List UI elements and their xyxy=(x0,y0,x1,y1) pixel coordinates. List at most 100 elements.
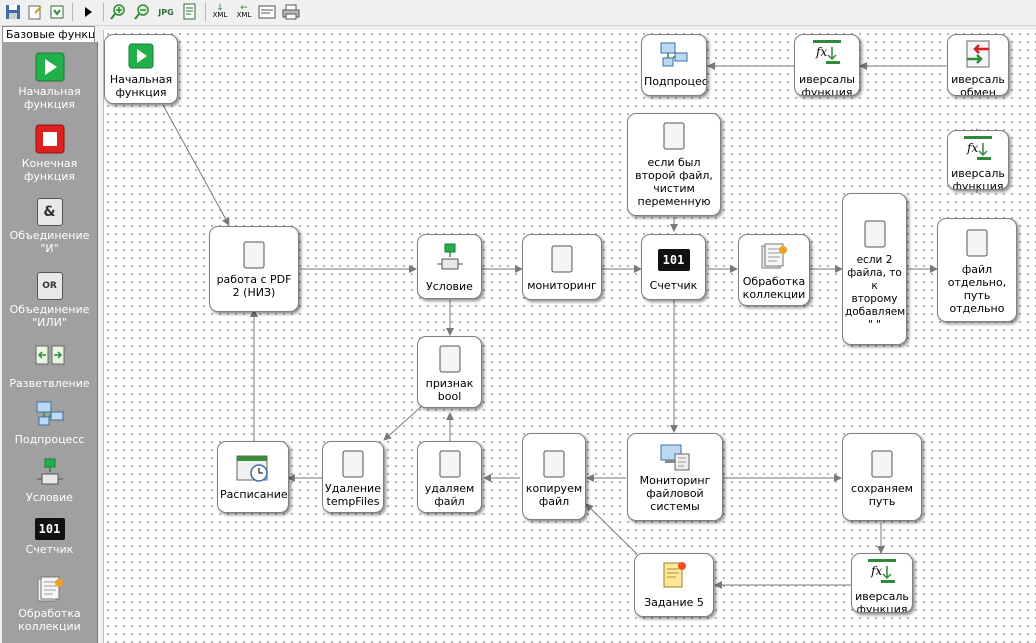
node-label: Задание 5 xyxy=(644,596,704,609)
start-function-icon xyxy=(128,43,154,73)
node-label: Начальная функция xyxy=(109,73,173,99)
function-icon xyxy=(663,122,685,154)
function-icon xyxy=(342,450,364,482)
node-subprocess[interactable]: Подпроцес xyxy=(641,34,707,96)
subprocess-icon xyxy=(35,400,65,430)
zoom-in-icon[interactable] xyxy=(108,2,128,22)
fx-icon: fx xyxy=(867,558,897,590)
palette-item-condition[interactable]: Условие xyxy=(2,458,97,504)
node-universal-function-2[interactable]: fx иверсаль функция xyxy=(947,130,1009,190)
document-icon[interactable] xyxy=(180,2,200,22)
node-delete-file[interactable]: удаляем файл xyxy=(417,441,482,513)
node-label: мониторинг xyxy=(527,279,597,292)
toolbar: JPG ↓ XML ← XML xyxy=(0,0,1036,26)
xml-import-icon[interactable]: ← XML xyxy=(234,2,254,22)
xml-import-label: XML xyxy=(236,11,252,19)
node-universal-function-1[interactable]: fx иверсалы функция xyxy=(794,34,860,96)
node-label: работа с PDF 2 (НИЗ) xyxy=(216,273,292,299)
schedule-icon xyxy=(236,454,270,488)
jpg-icon[interactable]: JPG xyxy=(156,2,176,22)
node-filesystem-monitor[interactable]: Мониторинг файловой системы xyxy=(627,433,723,521)
node-start-function[interactable]: Начальная функция xyxy=(104,34,178,104)
save-icon[interactable] xyxy=(3,2,23,22)
print-icon[interactable] xyxy=(281,2,301,22)
condition-icon xyxy=(435,243,465,277)
or-join-icon: OR xyxy=(36,272,63,300)
palette: Начальная функция Конечная функция & Объ… xyxy=(2,42,98,643)
node-universal-exchange[interactable]: иверсаль обмен xyxy=(947,34,1009,96)
xml-export-icon[interactable]: ↓ XML xyxy=(210,2,230,22)
export-icon[interactable] xyxy=(47,2,67,22)
node-label: если был второй файл, чистим переменную xyxy=(635,156,713,208)
palette-item-start-function[interactable]: Начальная функция xyxy=(2,52,97,111)
node-label: файл отдельно, путь отдельно xyxy=(947,263,1007,315)
counter-glyph: 101 xyxy=(662,253,685,267)
node-universal-function-3[interactable]: fx иверсаль функция xyxy=(851,553,913,613)
node-copy-file[interactable]: копируем файл xyxy=(522,433,586,520)
node-condition[interactable]: Условие xyxy=(417,234,482,299)
start-function-icon xyxy=(35,52,65,82)
palette-item-branch[interactable]: Разветвление xyxy=(2,344,97,390)
connector xyxy=(162,104,230,226)
condition-icon xyxy=(35,458,65,488)
node-if-two-files[interactable]: если 2 файла, то к второму добавляем " " xyxy=(842,193,907,345)
node-if-second-file[interactable]: если был второй файл, чистим переменную xyxy=(627,113,721,216)
node-label: иверсаль обмен xyxy=(951,73,1005,96)
palette-item-label: Начальная функция xyxy=(18,85,81,111)
xml-export-label: XML xyxy=(212,11,228,19)
node-pdf-work[interactable]: работа с PDF 2 (НИЗ) xyxy=(209,226,299,312)
palette-item-counter[interactable]: 101 Счетчик xyxy=(2,518,97,556)
node-label: Удаление tempFiles xyxy=(325,482,381,508)
end-function-icon xyxy=(35,124,65,154)
node-label: Условие xyxy=(426,280,473,293)
collection-icon xyxy=(759,241,789,275)
function-icon xyxy=(439,345,461,377)
palette-item-label: Условие xyxy=(26,491,73,504)
node-label: копируем файл xyxy=(525,482,583,508)
palette-item-label: Объединение "ИЛИ" xyxy=(9,303,90,329)
collection-icon xyxy=(35,574,65,604)
open-icon[interactable] xyxy=(25,2,45,22)
node-delete-temp-files[interactable]: Удаление tempFiles xyxy=(322,441,384,513)
node-label: Счетчик xyxy=(649,279,698,292)
properties-icon[interactable] xyxy=(257,2,277,22)
jpg-label: JPG xyxy=(158,7,174,17)
node-label: признак bool xyxy=(425,377,474,403)
counter-icon: 101 xyxy=(34,518,65,540)
function-icon xyxy=(551,245,573,277)
counter-glyph: 101 xyxy=(38,522,61,536)
node-file-separate[interactable]: файл отдельно, путь отдельно xyxy=(937,218,1017,322)
function-icon xyxy=(864,220,886,252)
subprocess-icon xyxy=(659,41,689,73)
palette-item-collection[interactable]: Обработка коллекции xyxy=(2,574,97,633)
node-label: иверсаль функция xyxy=(951,167,1005,190)
node-save-path[interactable]: сохраняем путь xyxy=(842,433,922,521)
fx-icon: fx xyxy=(963,135,993,167)
palette-tab[interactable]: Базовые функц... xyxy=(2,26,95,42)
function-icon xyxy=(871,450,893,482)
palette-item-label: Разветвление xyxy=(9,377,90,390)
exchange-icon xyxy=(963,39,993,73)
palette-item-label: Подпроцесс xyxy=(14,433,85,446)
zoom-out-icon[interactable] xyxy=(132,2,152,22)
diagram-canvas[interactable]: Начальная функция работа с PDF 2 (НИЗ) У… xyxy=(103,30,1036,643)
palette-item-label: Счетчик xyxy=(25,543,74,556)
function-icon xyxy=(439,450,461,482)
node-schedule[interactable]: Расписание xyxy=(217,441,289,513)
run-icon[interactable] xyxy=(78,2,98,22)
palette-item-end-function[interactable]: Конечная функция xyxy=(2,124,97,183)
palette-item-and-join[interactable]: & Объединение "И" xyxy=(2,198,97,255)
node-monitoring[interactable]: мониторинг xyxy=(522,234,602,300)
svg-text:fx: fx xyxy=(966,141,978,155)
and-join-icon: & xyxy=(36,198,63,226)
node-label: Обработка коллекции xyxy=(742,275,806,301)
palette-item-subprocess[interactable]: Подпроцесс xyxy=(2,400,97,446)
node-task-5[interactable]: Задание 5 xyxy=(634,553,714,617)
palette-item-or-join[interactable]: OR Объединение "ИЛИ" xyxy=(2,272,97,329)
node-flag-bool[interactable]: признак bool xyxy=(417,336,482,408)
task-icon xyxy=(660,560,688,594)
node-label: Мониторинг файловой системы xyxy=(639,474,711,513)
node-label: если 2 файла, то к второму добавляем " " xyxy=(845,254,906,331)
node-counter[interactable]: 101 Счетчик xyxy=(641,234,706,300)
node-collection[interactable]: Обработка коллекции xyxy=(738,234,810,306)
